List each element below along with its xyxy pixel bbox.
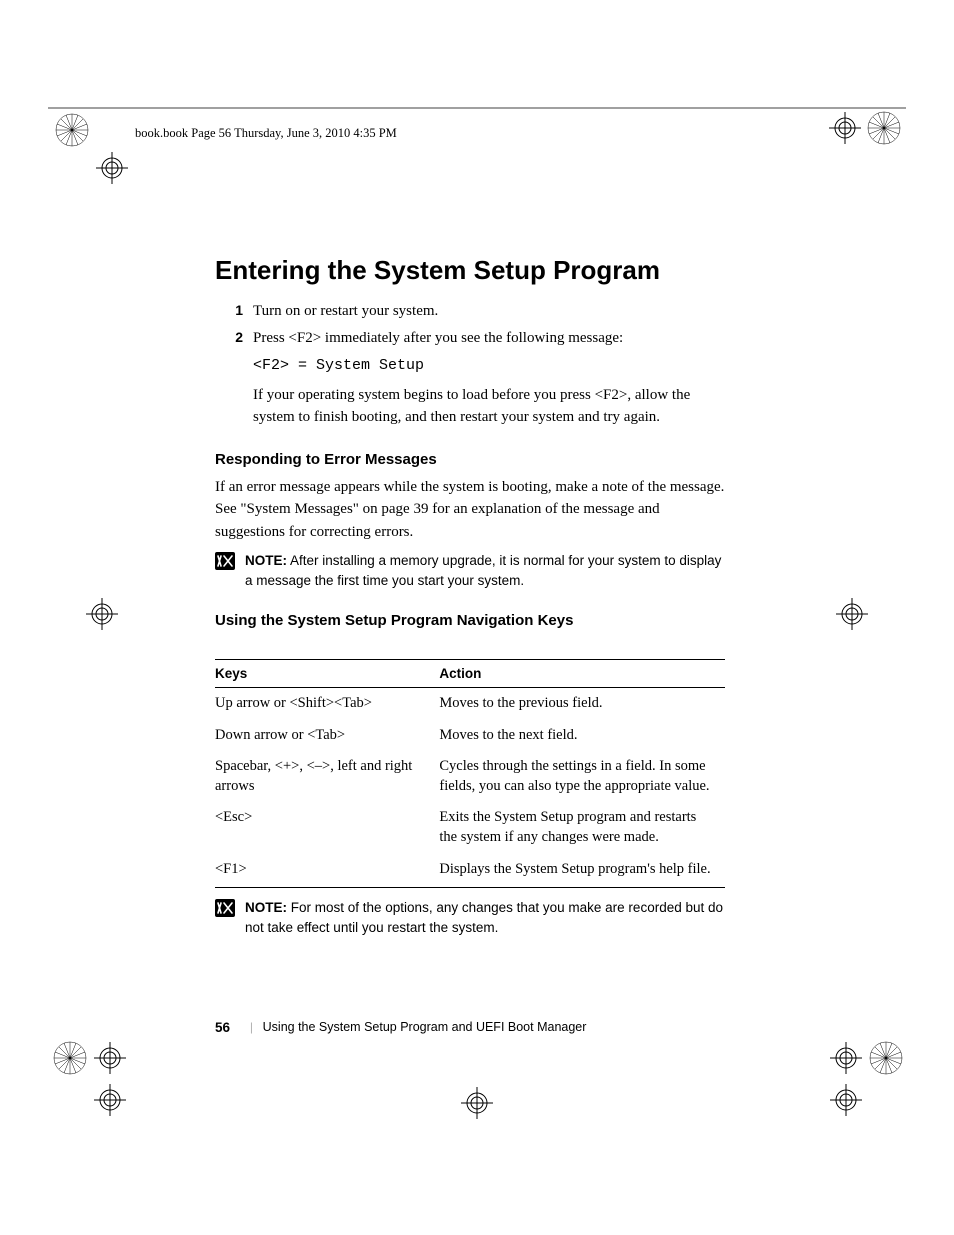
note-label: NOTE: <box>245 553 287 568</box>
heading-2: Using the System Setup Program Navigatio… <box>215 612 725 629</box>
cell-action: Cycles through the settings in a field. … <box>439 751 725 802</box>
cell-keys: <Esc> <box>215 802 439 853</box>
page-number: 56 <box>215 1020 230 1035</box>
table-row: Down arrow or <Tab> Moves to the next fi… <box>215 720 725 752</box>
print-page: book.book Page 56 Thursday, June 3, 2010… <box>0 0 954 1235</box>
table-row: Spacebar, <+>, <–>, left and right arrow… <box>215 751 725 802</box>
step-text: Press <F2> immediately after you see the… <box>253 327 725 350</box>
note-label: NOTE: <box>245 900 287 915</box>
table-row: <F1> Displays the System Setup program's… <box>215 854 725 888</box>
running-header: book.book Page 56 Thursday, June 3, 2010… <box>135 126 397 141</box>
cell-keys: Down arrow or <Tab> <box>215 720 439 752</box>
step-list: 1 Turn on or restart your system. 2 Pres… <box>215 300 725 429</box>
cell-action: Moves to the previous field. <box>439 688 725 720</box>
page-footer: 56 | Using the System Setup Program and … <box>215 1019 586 1035</box>
cell-action: Moves to the next field. <box>439 720 725 752</box>
note-icon <box>215 899 235 917</box>
footer-separator: | <box>250 1019 253 1035</box>
cell-keys: Up arrow or <Shift><Tab> <box>215 688 439 720</box>
note-text: NOTE: For most of the options, any chang… <box>245 898 725 937</box>
col-action: Action <box>439 660 725 688</box>
note-icon <box>215 552 235 570</box>
nav-keys-table: Keys Action Up arrow or <Shift><Tab> Mov… <box>215 659 725 888</box>
cell-action: Exits the System Setup program and resta… <box>439 802 725 853</box>
cell-action: Displays the System Setup program's help… <box>439 854 725 888</box>
table-header-row: Keys Action <box>215 660 725 688</box>
heading-2: Responding to Error Messages <box>215 451 725 468</box>
step-after-text: If your operating system begins to load … <box>253 384 725 429</box>
step-number: 1 <box>215 300 253 323</box>
page-content: Entering the System Setup Program 1 Turn… <box>215 255 725 937</box>
note-block: NOTE: For most of the options, any chang… <box>215 898 725 937</box>
step-item: 2 Press <F2> immediately after you see t… <box>215 327 725 429</box>
col-keys: Keys <box>215 660 439 688</box>
code-line: <F2> = System Setup <box>253 355 725 378</box>
table-row: Up arrow or <Shift><Tab> Moves to the pr… <box>215 688 725 720</box>
note-text: NOTE: After installing a memory upgrade,… <box>245 551 725 590</box>
heading-1: Entering the System Setup Program <box>215 255 725 286</box>
paragraph: If an error message appears while the sy… <box>215 476 725 544</box>
cell-keys: Spacebar, <+>, <–>, left and right arrow… <box>215 751 439 802</box>
step-body: Turn on or restart your system. <box>253 300 725 323</box>
chapter-title: Using the System Setup Program and UEFI … <box>263 1020 587 1034</box>
step-body: Press <F2> immediately after you see the… <box>253 327 725 429</box>
step-item: 1 Turn on or restart your system. <box>215 300 725 323</box>
cell-keys: <F1> <box>215 854 439 888</box>
note-body: For most of the options, any changes tha… <box>245 900 723 935</box>
note-block: NOTE: After installing a memory upgrade,… <box>215 551 725 590</box>
note-body: After installing a memory upgrade, it is… <box>245 553 721 588</box>
step-number: 2 <box>215 327 253 429</box>
table-row: <Esc> Exits the System Setup program and… <box>215 802 725 853</box>
